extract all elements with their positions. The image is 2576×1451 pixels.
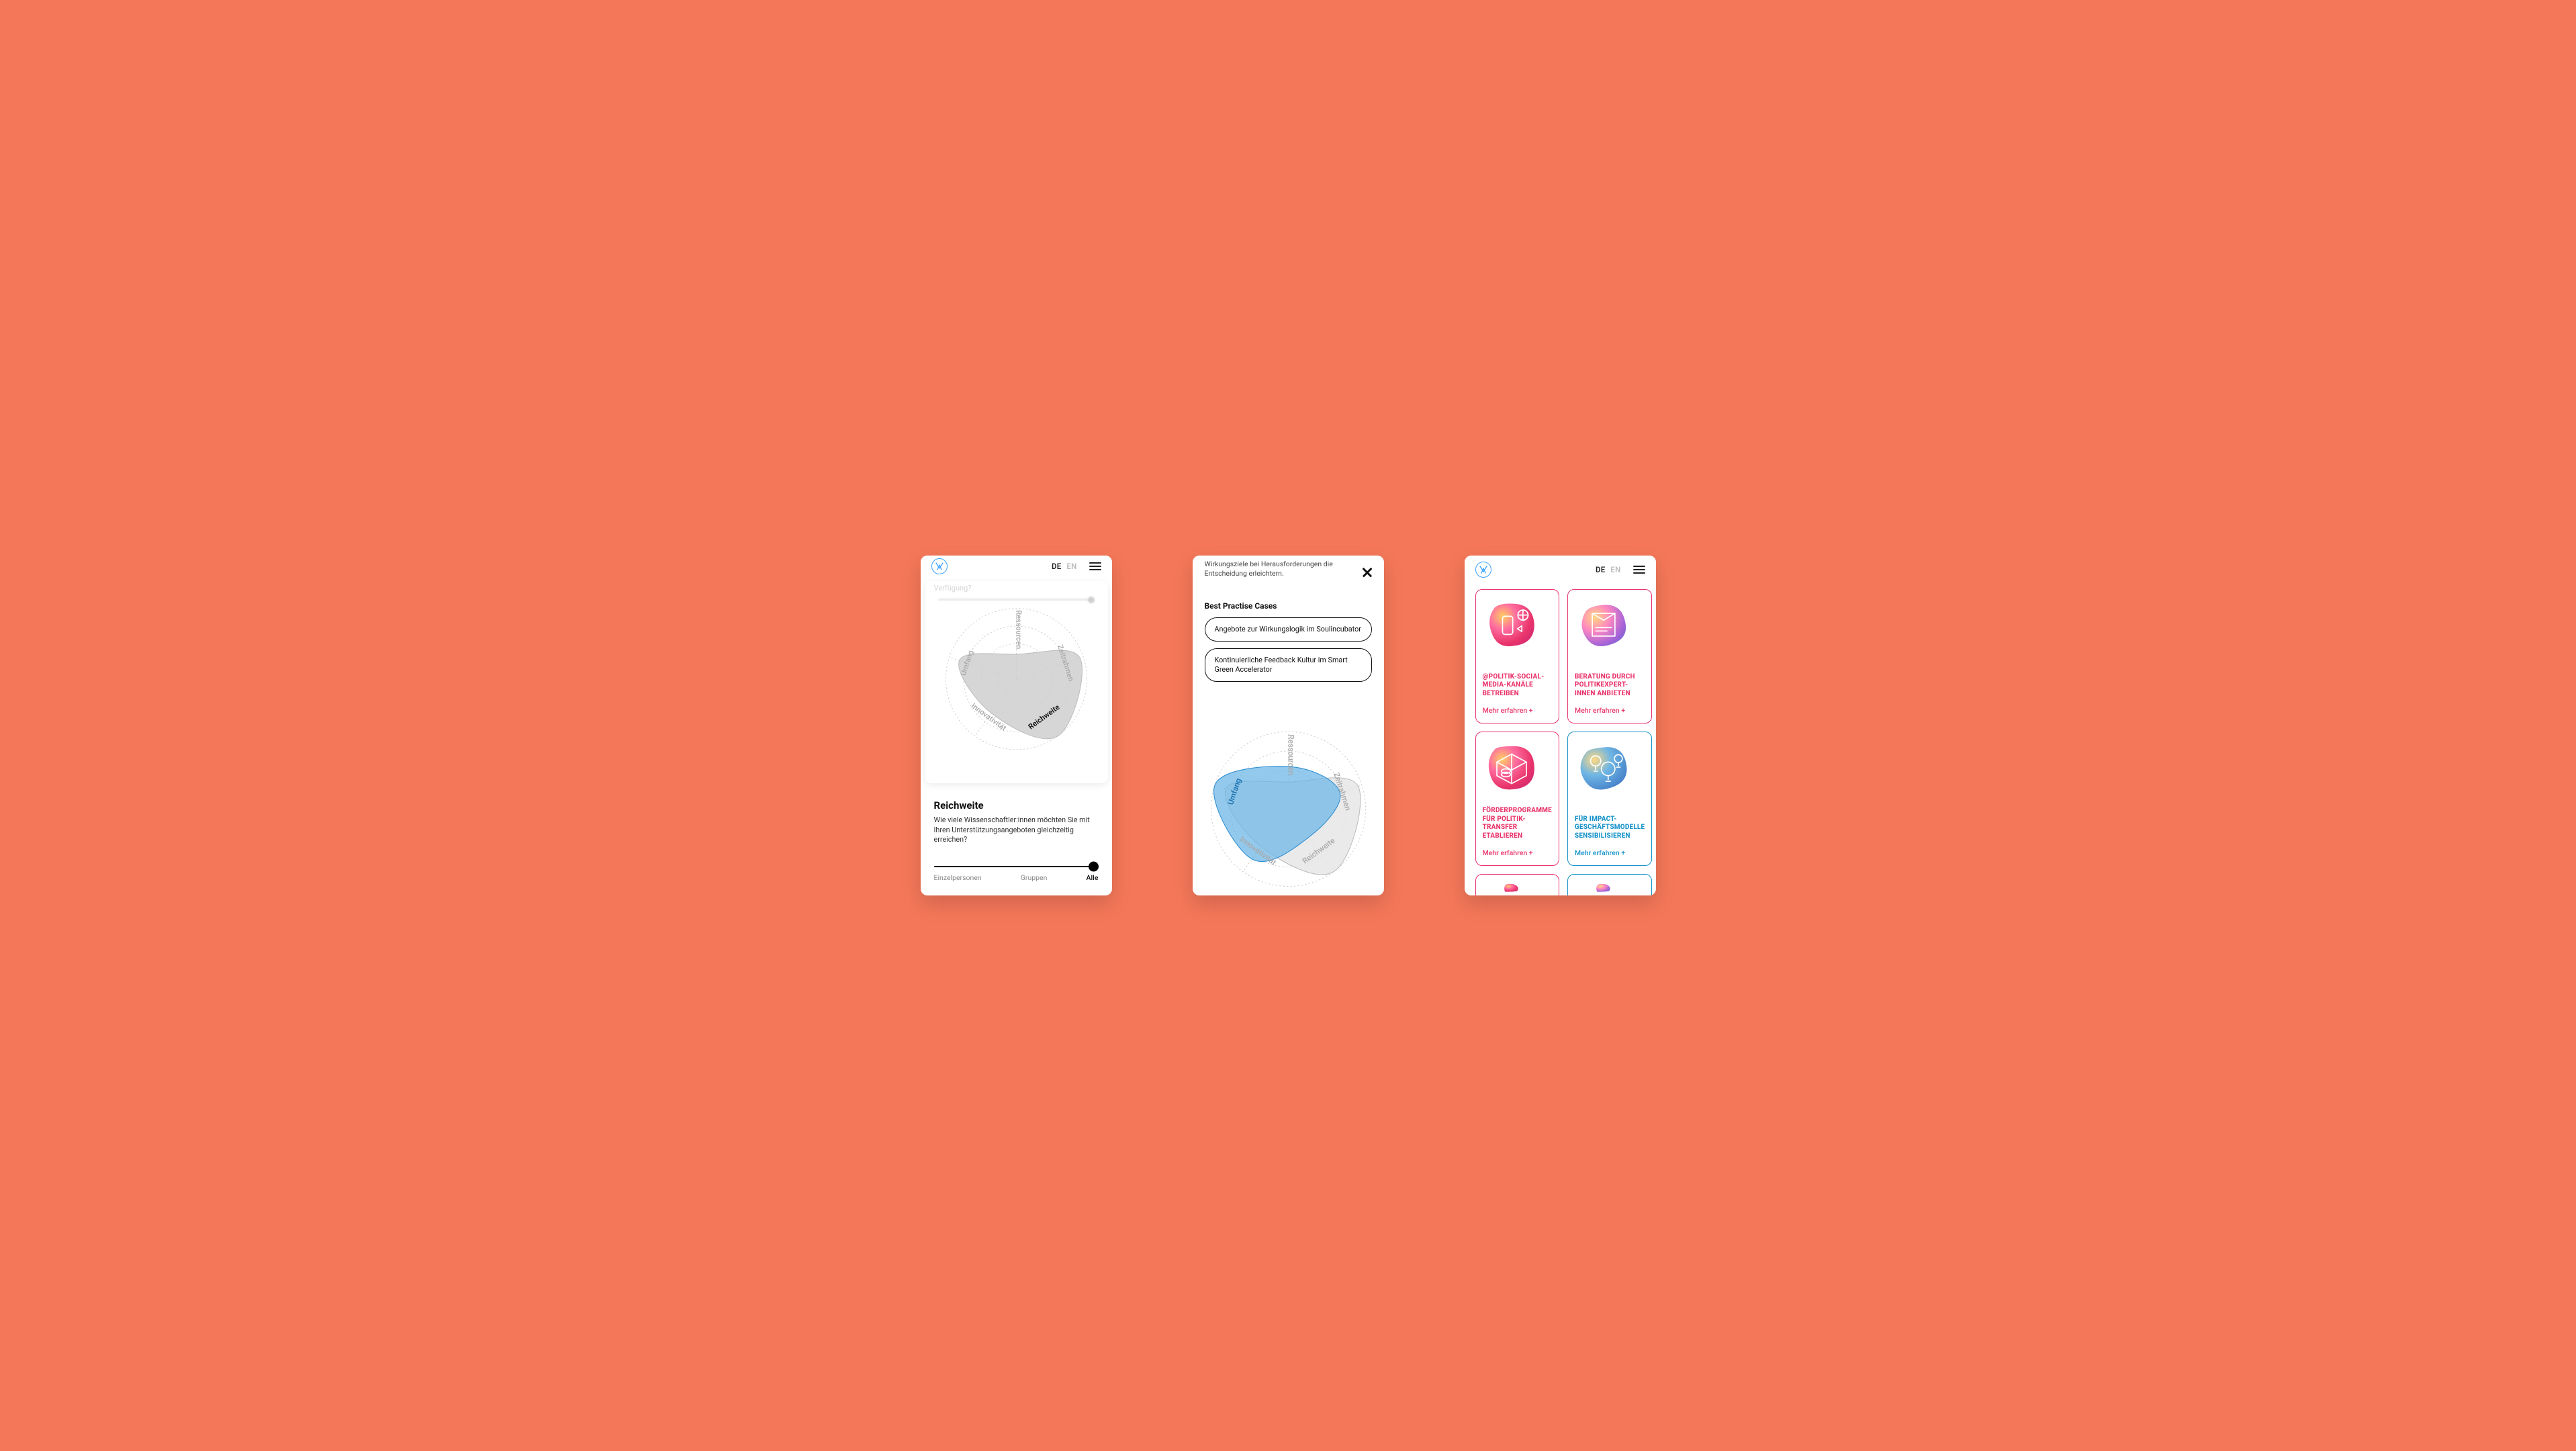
card-title: BERATUNG DURCH POLITIKEXPERT-INNEN ANBIE…	[1575, 673, 1645, 699]
header: DE EN	[1465, 556, 1656, 584]
lang-en[interactable]: EN	[1610, 565, 1620, 574]
lang-en[interactable]: EN	[1066, 562, 1076, 571]
card-illustration-icon	[1483, 742, 1540, 793]
card-2[interactable]: FÖRDERPROGRAMME FÜR POLITIK-TRANSFER ETA…	[1475, 732, 1559, 866]
case-pill-1[interactable]: Kontinuierliche Feedback Kultur im Smart…	[1205, 648, 1372, 682]
slider-labels: Einzelpersonen Gruppen Alle	[934, 873, 1099, 882]
case-pill-0[interactable]: Angebote zur Wirkungslogik im Soulincuba…	[1205, 617, 1372, 642]
card-illustration-icon	[1575, 883, 1632, 892]
card-more[interactable]: Mehr erfahren +	[1483, 848, 1552, 857]
cases-heading: Best Practise Cases	[1205, 601, 1372, 611]
card-illustration-icon	[1575, 742, 1632, 793]
slider-label-1: Gruppen	[1021, 873, 1048, 882]
ghost-previous-slider	[938, 599, 1095, 601]
card-stub[interactable]	[1475, 874, 1559, 895]
intro-fragment: Wirkungsziele bei Herausforderungen die …	[1193, 556, 1384, 580]
slider-label-2: Alle	[1087, 873, 1099, 882]
card-more[interactable]: Mehr erfahren +	[1575, 706, 1645, 715]
card-1[interactable]: BERATUNG DURCH POLITIKEXPERT-INNEN ANBIE…	[1567, 589, 1652, 723]
slider-track[interactable]	[934, 865, 1099, 868]
slider-knob[interactable]	[1089, 862, 1099, 872]
slider-label-0: Einzelpersonen	[934, 873, 982, 882]
answer-slider[interactable]: Einzelpersonen Gruppen Alle	[934, 865, 1099, 882]
question-panel: Reichweite Wie viele Wissenschaftler:inn…	[921, 783, 1112, 895]
card-illustration-icon	[1575, 599, 1632, 650]
svg-text:Ressourcen: Ressourcen	[1286, 735, 1295, 776]
question-heading: Reichweite	[934, 799, 1099, 811]
language-switch[interactable]: DE EN	[1052, 562, 1077, 571]
ghost-previous-label: Verfügung?	[934, 584, 972, 592]
radar-chart: RessourcenZeitrahmenReichweiteInnovativi…	[1193, 691, 1384, 895]
card-illustration-icon	[1483, 599, 1540, 650]
language-switch[interactable]: DE EN	[1596, 565, 1621, 574]
screen-1: DE EN Verfügung? RessourcenZeitrahmenRei…	[921, 556, 1112, 895]
svg-text:Ressourcen: Ressourcen	[1014, 611, 1023, 650]
close-icon[interactable]	[1360, 565, 1375, 580]
lang-de[interactable]: DE	[1052, 562, 1061, 571]
logo-icon	[1475, 562, 1491, 578]
card-0[interactable]: @POLITIK-SOCIAL-MEDIA-KANÄLE BETREIBEN M…	[1475, 589, 1559, 723]
card-title: FÖRDERPROGRAMME FÜR POLITIK-TRANSFER ETA…	[1483, 807, 1552, 840]
card-stub[interactable]	[1567, 874, 1652, 895]
card-3[interactable]: FÜR IMPACT-GESCHÄFTSMODELLE SENSIBILISIE…	[1567, 732, 1652, 866]
card-more[interactable]: Mehr erfahren +	[1575, 848, 1645, 857]
cards-grid: @POLITIK-SOCIAL-MEDIA-KANÄLE BETREIBEN M…	[1465, 584, 1656, 895]
card-more[interactable]: Mehr erfahren +	[1483, 706, 1552, 715]
question-body: Wie viele Wissenschaftler:innen möchten …	[934, 816, 1099, 845]
lang-de[interactable]: DE	[1596, 565, 1605, 574]
radar-chart: RessourcenZeitrahmenReichweiteInnovativi…	[925, 584, 1108, 767]
screen-2: Wirkungsziele bei Herausforderungen die …	[1193, 556, 1384, 895]
radar-card: RessourcenZeitrahmenReichweiteInnovativi…	[925, 581, 1108, 783]
card-title: @POLITIK-SOCIAL-MEDIA-KANÄLE BETREIBEN	[1483, 673, 1552, 699]
logo-icon	[931, 558, 948, 574]
menu-icon[interactable]	[1633, 566, 1645, 574]
card-title: FÜR IMPACT-GESCHÄFTSMODELLE SENSIBILISIE…	[1575, 816, 1645, 841]
card-illustration-icon	[1483, 883, 1540, 892]
header: DE EN	[921, 556, 1112, 577]
modal: Wirkungsziele bei Herausforderungen die …	[1193, 556, 1384, 895]
screen-3: DE EN @POLITIK-SOCIAL-MEDIA-KANÄLE BETRE…	[1465, 556, 1656, 895]
menu-icon[interactable]	[1089, 562, 1101, 570]
